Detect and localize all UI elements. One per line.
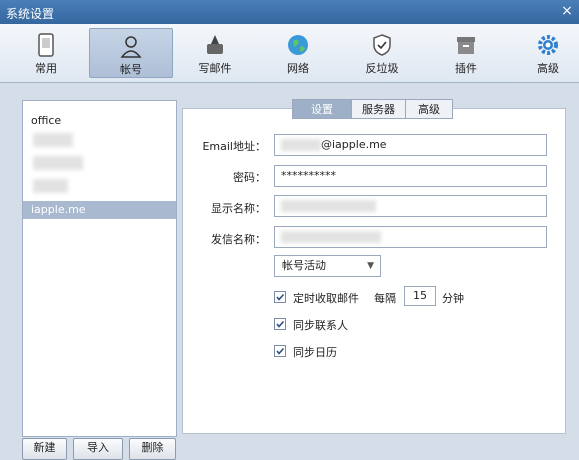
- sync-calendar-checkbox[interactable]: [274, 345, 286, 357]
- import-button[interactable]: 导入: [73, 438, 123, 460]
- tab-advanced[interactable]: 高级: [405, 99, 453, 119]
- blurred-account: [33, 179, 68, 193]
- toolbar-item-common[interactable]: 常用: [16, 28, 76, 78]
- toolbar-label: 常用: [35, 62, 57, 75]
- check-icon: [276, 293, 285, 301]
- password-label: 密码：: [233, 171, 266, 184]
- shield-icon: [373, 34, 391, 56]
- account-status-select[interactable]: 帐号活动 ▼: [274, 255, 381, 277]
- blurred-sender-name: [281, 231, 381, 243]
- toolbar-label: 写邮件: [198, 62, 232, 75]
- sync-calendar-label: 同步日历: [293, 346, 337, 359]
- account-item-selected[interactable]: iapple.me: [23, 201, 176, 219]
- every-label: 每隔: [374, 292, 396, 305]
- close-icon[interactable]: ×: [559, 3, 575, 19]
- toolbar-item-plugins[interactable]: 插件: [436, 28, 496, 78]
- sender-name-field[interactable]: [274, 226, 547, 248]
- account-item-office[interactable]: office: [23, 112, 176, 130]
- phone-icon: [38, 33, 54, 57]
- password-field[interactable]: **********: [274, 165, 547, 187]
- interval-input[interactable]: 15: [404, 286, 436, 306]
- plugin-box-icon: [457, 37, 475, 54]
- new-button[interactable]: 新建: [22, 438, 67, 460]
- email-value: @iapple.me: [321, 138, 387, 151]
- account-list: office iapple.me: [22, 100, 177, 437]
- blurred-account: [33, 156, 83, 170]
- toolbar-item-network[interactable]: 网络: [268, 28, 328, 78]
- toolbar-label: 高级: [537, 62, 559, 75]
- timed-fetch-checkbox[interactable]: [274, 291, 286, 303]
- toolbar: 常用 帐号 写邮件 网络 反垃圾 插件 高级: [0, 24, 579, 83]
- toolbar-label: 网络: [287, 62, 309, 75]
- user-icon: [120, 36, 142, 58]
- blurred-account: [33, 133, 73, 147]
- window-title: 系统设置: [6, 7, 55, 21]
- tab-settings[interactable]: 设置: [292, 99, 352, 119]
- toolbar-item-account[interactable]: 帐号: [89, 28, 173, 78]
- check-icon: [276, 320, 285, 328]
- toolbar-label: 反垃圾: [365, 62, 399, 75]
- tab-server[interactable]: 服务器: [351, 99, 406, 119]
- write-mail-icon: [207, 35, 223, 54]
- check-icon: [276, 347, 285, 355]
- email-label: Email地址：: [202, 140, 266, 153]
- select-value: 帐号活动: [282, 259, 326, 272]
- gear-icon: [538, 35, 558, 55]
- chevron-down-icon: ▼: [367, 261, 374, 271]
- display-name-label: 显示名称：: [211, 202, 266, 215]
- timed-fetch-label: 定时收取邮件: [293, 292, 359, 305]
- title-bar: 系统设置 ×: [0, 0, 579, 24]
- toolbar-item-advanced[interactable]: 高级: [518, 28, 578, 78]
- blurred-email-prefix: [281, 139, 321, 151]
- blurred-display-name: [281, 200, 376, 212]
- display-name-field[interactable]: [274, 195, 547, 217]
- sync-contacts-checkbox[interactable]: [274, 318, 286, 330]
- minutes-label: 分钟: [442, 292, 464, 305]
- email-field[interactable]: @iapple.me: [274, 134, 547, 156]
- globe-icon: [288, 35, 308, 55]
- toolbar-item-antispam[interactable]: 反垃圾: [352, 28, 412, 78]
- toolbar-label: 帐号: [120, 63, 142, 76]
- toolbar-label: 插件: [455, 62, 477, 75]
- delete-button[interactable]: 删除: [129, 438, 176, 460]
- sender-name-label: 发信名称：: [211, 233, 266, 246]
- sync-contacts-label: 同步联系人: [293, 319, 348, 332]
- toolbar-item-compose[interactable]: 写邮件: [185, 28, 245, 78]
